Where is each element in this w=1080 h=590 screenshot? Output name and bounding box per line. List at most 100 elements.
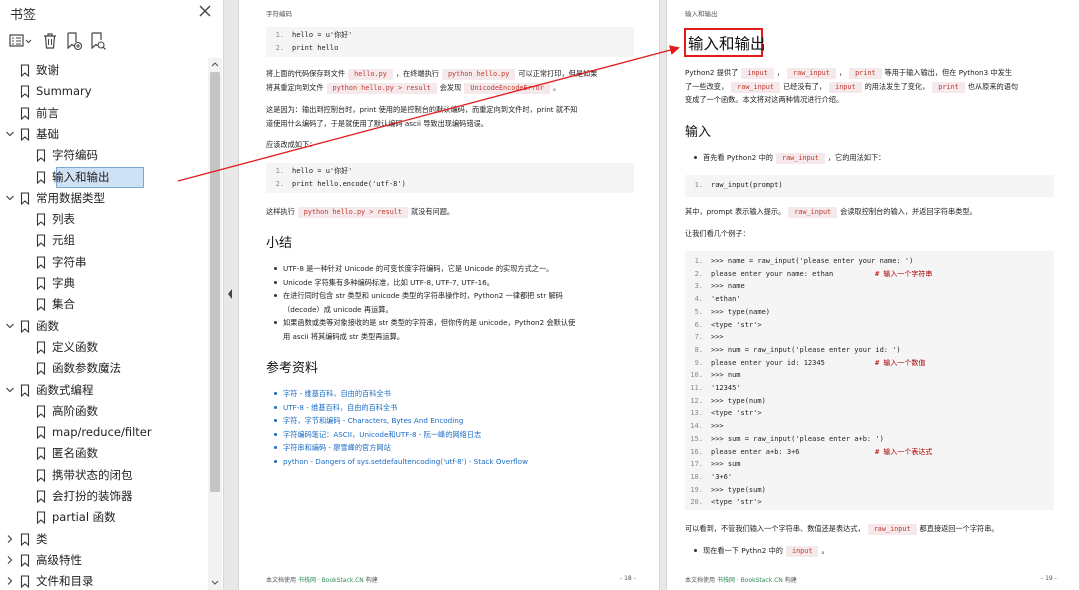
- bookmark-icon: [36, 490, 46, 503]
- code-text: >>> name: [711, 282, 745, 291]
- text: 现在看一下 Pythn2 中的: [703, 546, 783, 555]
- reference-link[interactable]: UTF-8 - 维基百科，自由的百科全书: [283, 403, 397, 412]
- bookmark-item[interactable]: map/reduce/filter: [0, 422, 206, 443]
- bookmarks-scrollbar[interactable]: [208, 58, 222, 590]
- paragraph: 让我们看几个例子：: [685, 229, 750, 238]
- code-text: >>> type(sum): [711, 485, 766, 494]
- inline-code: raw_input: [731, 81, 780, 93]
- code-comment: # 输入一个数值: [875, 358, 926, 367]
- scroll-down-icon[interactable]: [211, 580, 219, 586]
- inline-code: input: [741, 68, 774, 79]
- bookmark-item[interactable]: 携带状态的闭包: [0, 465, 206, 486]
- chevron-down-icon[interactable]: [5, 193, 15, 203]
- list-item: 字符 - 维基百科，自由的百科全书: [271, 387, 651, 401]
- bookmark-label: 文件和目录: [36, 574, 94, 589]
- bookmark-item[interactable]: 元组: [0, 230, 206, 251]
- bookmark-item[interactable]: 函数参数魔法: [0, 358, 206, 379]
- text: 都直接返回一个字符串。: [919, 524, 999, 533]
- bookmarks-panel: 书签 致谢 Summary 前言 基础 字符编码 输入和输出 常用数据类型 列表 元组 字符串 字典…: [0, 0, 224, 590]
- list-item: UTF-8 是一种针对 Unicode 的可变长度字符编码，它是 Unicode…: [271, 262, 641, 276]
- code-line: 15. >>> sum = raw_input('please enter a+b…: [685, 433, 883, 446]
- reference-link[interactable]: 字符串和编码 - 廖雪峰的官方网站: [283, 443, 391, 452]
- bookmark-label: 类: [36, 531, 48, 546]
- bookmark-item[interactable]: 函数式编程: [0, 380, 206, 401]
- bookmark-label: 列表: [52, 212, 75, 227]
- bookmark-item[interactable]: 输入和输出: [0, 166, 206, 188]
- list-item: 在进行同时包含 str 类型和 unicode 类型的字符串操作时，Python…: [271, 289, 641, 316]
- bookmark-item[interactable]: partial 函数: [0, 507, 206, 528]
- bookmark-item[interactable]: 字符串: [0, 252, 206, 273]
- bookmark-item[interactable]: 字典: [0, 273, 206, 294]
- bookmark-item[interactable]: 类: [0, 529, 206, 550]
- line-number: 6.: [694, 320, 703, 329]
- code-line: 1. >>> name = raw_input('please enter you…: [685, 255, 914, 268]
- code-line: 18. '3+6': [685, 471, 732, 484]
- page-footer: 本文档使用 书栈网 · BookStack.CN 构建: [266, 575, 378, 584]
- list-options-icon[interactable]: [8, 30, 34, 52]
- bookmark-icon: [36, 149, 46, 163]
- reference-link[interactable]: 字符 - 维基百科，自由的百科全书: [283, 389, 391, 398]
- chevron-right-icon[interactable]: [5, 534, 15, 544]
- bookmark-item[interactable]: 前言: [0, 103, 206, 124]
- list-item: 现在看一下 Pythn2 中的 input。: [691, 544, 1071, 558]
- bookmark-item[interactable]: 定义函数: [0, 337, 206, 358]
- reference-link[interactable]: 字符编码笔记：ASCII，Unicode和UTF-8 - 阮一峰的网络日志: [283, 430, 481, 439]
- code-text: <type 'str'>: [711, 498, 762, 507]
- reference-link[interactable]: python - Dangers of sys.setdefaultencodi…: [283, 457, 528, 466]
- code-line: 4. 'ethan': [685, 293, 741, 306]
- text: 本文档使用: [685, 577, 716, 584]
- bookmark-item[interactable]: 文件和目录: [0, 571, 206, 590]
- inline-code: raw_input: [867, 524, 917, 535]
- collapse-sidebar-icon[interactable]: [226, 287, 234, 301]
- code-block: 1. raw_input(prompt): [685, 175, 1054, 197]
- bookmark-item[interactable]: 匿名函数: [0, 443, 206, 464]
- chevron-down-icon[interactable]: [5, 321, 15, 331]
- bookmark-item[interactable]: 高阶函数: [0, 401, 206, 422]
- bookmark-search-icon[interactable]: [88, 30, 108, 52]
- bookmark-item[interactable]: 会打扮的装饰器: [0, 486, 206, 507]
- bookmark-add-icon[interactable]: [64, 30, 84, 52]
- line-number: 13.: [690, 409, 703, 418]
- bookmark-item[interactable]: 字符编码: [0, 145, 206, 166]
- bookmark-tree: 致谢 Summary 前言 基础 字符编码 输入和输出 常用数据类型 列表 元组 字符串 字典 集合函…: [0, 58, 208, 590]
- scroll-up-icon[interactable]: [211, 61, 219, 67]
- bookmark-icon: [20, 128, 30, 141]
- text: 。: [821, 546, 829, 555]
- bookmark-label: map/reduce/filter: [52, 425, 152, 440]
- chevron-down-icon[interactable]: [5, 129, 15, 139]
- bookmark-item[interactable]: 集合: [0, 294, 206, 315]
- bookmark-icon: [20, 554, 30, 567]
- bookmark-item[interactable]: 列表: [0, 209, 206, 230]
- bookmark-item[interactable]: 基础: [0, 124, 206, 145]
- chevron-down-icon[interactable]: [5, 385, 15, 395]
- bookmark-item[interactable]: 高级特性: [0, 550, 206, 571]
- code-comment: # 输入一个表达式: [875, 447, 933, 456]
- list-item: Unicode 字符集有多种编码标准，比如 UTF-8, UTF-7, UTF-…: [271, 276, 641, 290]
- section-heading: 小结: [266, 236, 293, 251]
- bookmark-item[interactable]: 常用数据类型: [0, 188, 206, 209]
- page-header: 输入和输出: [685, 10, 718, 18]
- text: 了一些改变，: [685, 81, 729, 91]
- close-icon[interactable]: [196, 2, 214, 20]
- page-19: 输入和输出 输入和输出 Python2 提供了 input， raw_input， p…: [666, 0, 1080, 590]
- code-text: print hello.encode('utf-8'): [292, 180, 406, 188]
- bookmark-item[interactable]: Summary: [0, 81, 206, 102]
- code-line: 1. raw_input(prompt): [694, 181, 783, 189]
- trash-icon[interactable]: [40, 30, 60, 52]
- bookmark-label: 字符串: [52, 254, 87, 269]
- line-number: 5.: [694, 307, 703, 316]
- code-line: 1. hello = u'你好': [275, 167, 353, 175]
- code-text: >>>: [711, 333, 724, 342]
- chevron-right-icon[interactable]: [5, 576, 15, 586]
- bookmark-icon: [20, 575, 30, 589]
- bookmark-item[interactable]: 函数: [0, 316, 206, 337]
- bookmark-label: 函数式编程: [36, 382, 94, 397]
- bookmark-icon: [36, 405, 46, 418]
- bookmark-label: partial 函数: [52, 510, 116, 525]
- scrollbar-thumb[interactable]: [210, 72, 220, 492]
- line-number: 2.: [694, 269, 703, 278]
- chevron-right-icon[interactable]: [5, 555, 15, 565]
- reference-link[interactable]: 字符，字节和编码 - Characters, Bytes And Encodin…: [283, 416, 463, 425]
- list-item: 字符编码笔记：ASCII，Unicode和UTF-8 - 阮一峰的网络日志: [271, 428, 651, 442]
- bookmark-item[interactable]: 致谢: [0, 60, 206, 81]
